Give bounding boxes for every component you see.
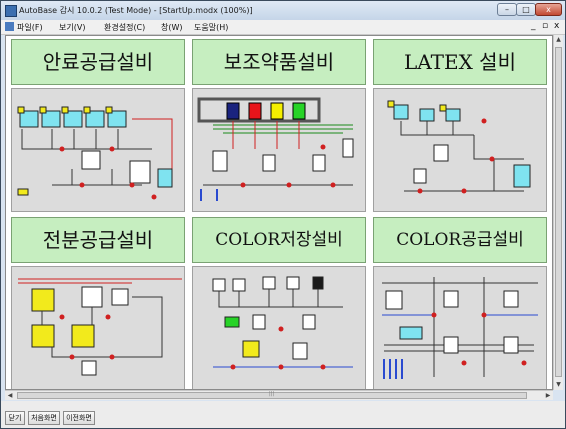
- previous-screen-button[interactable]: 이전화면: [63, 411, 95, 425]
- horizontal-scrollbar[interactable]: ◀ ||| ▶: [5, 390, 553, 400]
- panel-starch-supply[interactable]: 전분공급설비: [9, 216, 187, 389]
- panel-pigment-supply[interactable]: 안료공급설비: [9, 38, 187, 214]
- process-diagram[interactable]: [11, 266, 185, 389]
- process-diagram[interactable]: [192, 266, 366, 389]
- scroll-left-arrow-icon[interactable]: ◀: [5, 391, 15, 400]
- mdi-minimize-button[interactable]: _: [531, 21, 536, 31]
- vertical-scrollbar[interactable]: ▲ ▼: [553, 35, 563, 390]
- menu-settings[interactable]: 환경설정(C): [104, 22, 145, 33]
- menu-help[interactable]: 도움말(H): [194, 22, 228, 33]
- app-icon: [5, 5, 17, 17]
- document-icon[interactable]: [5, 22, 14, 31]
- scroll-down-arrow-icon[interactable]: ▼: [554, 380, 563, 390]
- home-screen-button[interactable]: 처음화면: [28, 411, 60, 425]
- window-title: AutoBase 감시 10.0.2 (Test Mode) - [StartU…: [19, 6, 253, 15]
- process-diagram[interactable]: [373, 88, 547, 212]
- maximize-button[interactable]: □: [516, 3, 536, 16]
- vertical-scroll-thumb[interactable]: [555, 47, 562, 377]
- menu-bar: 파일(F) 보기(V) 환경설정(C) 창(W) 도움말(H) _ ▫ x: [1, 20, 565, 35]
- panel-title[interactable]: 안료공급설비: [11, 39, 185, 85]
- scroll-grip-icon: |||: [269, 391, 275, 397]
- process-diagram[interactable]: [192, 88, 366, 212]
- scroll-up-arrow-icon[interactable]: ▲: [554, 35, 563, 45]
- process-diagram[interactable]: [373, 266, 547, 389]
- close-screen-button[interactable]: 닫기: [5, 411, 25, 425]
- panel-title[interactable]: 전분공급설비: [11, 217, 185, 263]
- menu-window[interactable]: 창(W): [161, 22, 183, 33]
- scroll-right-arrow-icon[interactable]: ▶: [543, 391, 553, 400]
- panel-color-supply[interactable]: COLOR공급설비: [371, 216, 549, 389]
- bottom-button-bar: 닫기 처음화면 이전화면: [1, 401, 565, 428]
- panel-latex[interactable]: LATEX 설비: [371, 38, 549, 214]
- mdi-restore-button[interactable]: ▫: [542, 21, 548, 31]
- panel-auxiliary-chemicals[interactable]: 보조약품설비: [190, 38, 368, 214]
- process-diagram[interactable]: [11, 88, 185, 212]
- app-window: AutoBase 감시 10.0.2 (Test Mode) - [StartU…: [0, 0, 566, 429]
- main-canvas: 안료공급설비 보조약품설비 LATEX 설비 전분공급설비 COLOR저장설비 …: [5, 35, 553, 390]
- menu-view[interactable]: 보기(V): [59, 22, 85, 33]
- panel-title[interactable]: LATEX 설비: [373, 39, 547, 85]
- mdi-close-button[interactable]: x: [554, 21, 559, 31]
- panel-title[interactable]: COLOR저장설비: [192, 217, 366, 263]
- panel-color-storage[interactable]: COLOR저장설비: [190, 216, 368, 389]
- panel-title[interactable]: COLOR공급설비: [373, 217, 547, 263]
- panel-title[interactable]: 보조약품설비: [192, 39, 366, 85]
- minimize-button[interactable]: –: [497, 3, 517, 16]
- menu-file[interactable]: 파일(F): [17, 22, 43, 33]
- close-button[interactable]: x: [535, 3, 562, 16]
- title-bar[interactable]: AutoBase 감시 10.0.2 (Test Mode) - [StartU…: [1, 1, 565, 20]
